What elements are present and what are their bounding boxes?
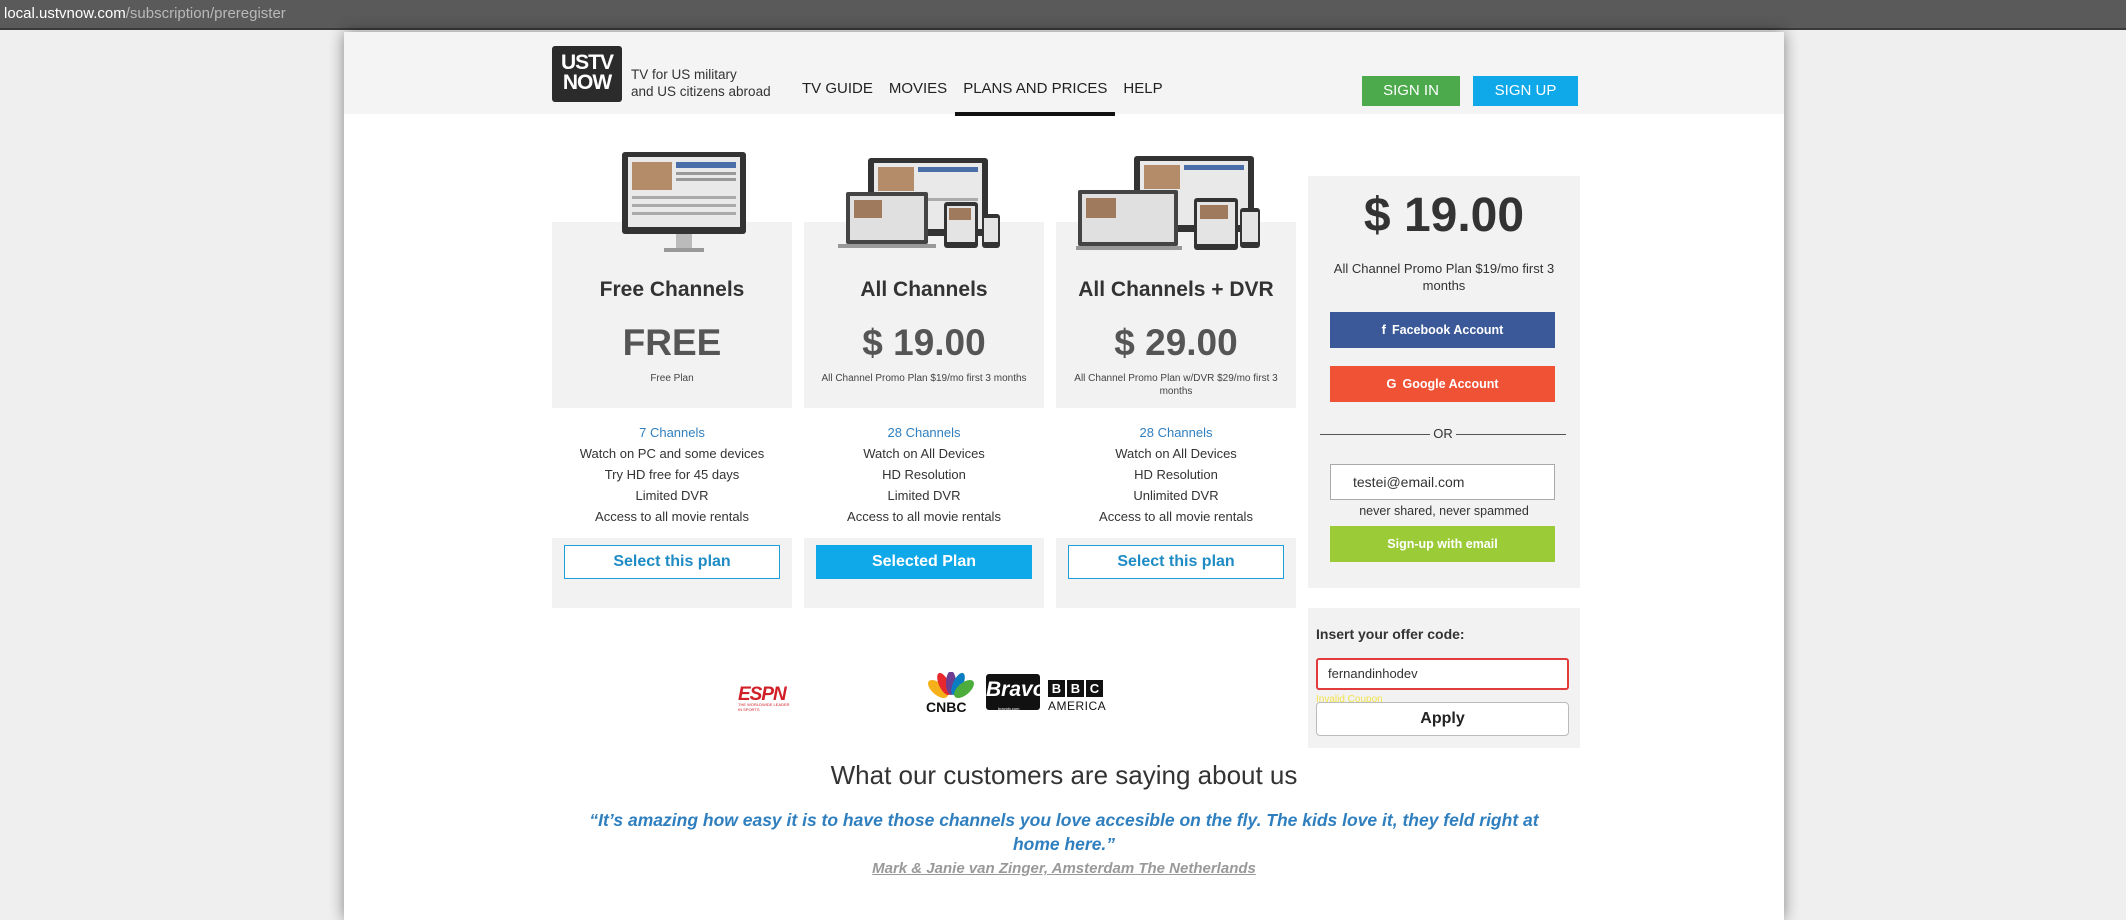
email-signup-button[interactable]: Sign-up with email: [1330, 526, 1555, 562]
selected-plan-button[interactable]: Selected Plan: [816, 545, 1032, 579]
plan-feature: Try HD free for 45 days: [604, 467, 740, 482]
plan-feature: Limited DVR: [887, 488, 961, 503]
offer-code-label: Insert your offer code:: [1316, 626, 1465, 642]
plan-feature: Access to all movie rentals: [1099, 509, 1253, 524]
plan-feature-channels[interactable]: 28 Channels: [1056, 422, 1296, 443]
plan-card-all-channels-dvr: All Channels + DVR $ 29.00 All Channel P…: [1056, 156, 1296, 608]
ustvnow-logo[interactable]: USTV NOW: [552, 46, 622, 102]
plan-price: FREE: [622, 322, 722, 363]
bbc-letter: B: [1067, 680, 1084, 697]
google-icon: G: [1386, 376, 1397, 391]
plan-name: All Channels + DVR: [1078, 278, 1274, 301]
bbc-letter: B: [1048, 680, 1065, 697]
plan-description: All Channel Promo Plan w/DVR $29/mo firs…: [1074, 373, 1278, 397]
google-button-label: Google Account: [1402, 377, 1499, 391]
plan-name: Free Channels: [599, 278, 745, 301]
plan-features: 28 Channels Watch on All Devices HD Reso…: [804, 408, 1044, 538]
privacy-note: never shared, never spammed: [1359, 504, 1529, 518]
plan-feature: Unlimited DVR: [1133, 488, 1219, 503]
nav-plans-and-prices[interactable]: PLANS AND PRICES: [955, 80, 1116, 116]
plan-description: All Channel Promo Plan $19/mo first 3 mo…: [821, 373, 1027, 384]
espn-logo-subtitle: THE WORLDWIDE LEADER IN SPORTS: [738, 702, 790, 712]
cnbc-logo-text: CNBC: [926, 699, 967, 715]
nav-help[interactable]: HELP: [1115, 80, 1170, 116]
signup-panel: $ 19.00 All Channel Promo Plan $19/mo fi…: [1308, 176, 1580, 588]
plan-description: Free Plan: [650, 373, 694, 384]
plan-feature: Watch on All Devices: [1115, 446, 1237, 461]
bbc-america-logo: B B C AMERICA: [1048, 680, 1106, 713]
testimonial-author[interactable]: Mark & Janie van Zinger, Amsterdam The N…: [344, 860, 1784, 877]
testimonial-quote: “It’s amazing how easy it is to have tho…: [589, 810, 1539, 854]
plan-feature: Watch on All Devices: [863, 446, 985, 461]
multi-device-dvr-image: [1076, 156, 1260, 250]
testimonials-heading: What our customers are saying about us: [830, 760, 1298, 790]
url-text[interactable]: local.ustvnow.com/subscription/preregist…: [4, 5, 286, 22]
email-field[interactable]: testei@email.com: [1330, 464, 1555, 500]
select-plan-button[interactable]: Select this plan: [1068, 545, 1284, 579]
offer-code-panel: Insert your offer code: fernandinhodev I…: [1308, 608, 1580, 748]
plan-price: $ 19.00: [862, 322, 986, 363]
facebook-icon: f: [1381, 322, 1386, 337]
plan-feature: Access to all movie rentals: [847, 509, 1001, 524]
selected-plan-description: All Channel Promo Plan $19/mo first 3 mo…: [1333, 261, 1555, 293]
plan-feature-channels[interactable]: 28 Channels: [804, 422, 1044, 443]
nav-movies[interactable]: MOVIES: [881, 80, 955, 116]
browser-url-bar[interactable]: local.ustvnow.com/subscription/preregist…: [0, 0, 2126, 30]
select-plan-button[interactable]: Select this plan: [564, 545, 780, 579]
plan-name: All Channels: [860, 278, 988, 301]
plan-feature-channels[interactable]: 7 Channels: [552, 422, 792, 443]
plan-card-all-channels: All Channels $ 19.00 All Channel Promo P…: [804, 158, 1044, 608]
bravo-logo: Bravo: [986, 674, 1046, 710]
google-signup-button[interactable]: G Google Account: [1330, 366, 1555, 402]
plan-feature: Watch on PC and some devices: [579, 446, 765, 461]
plan-feature: Access to all movie rentals: [595, 509, 749, 524]
or-divider: OR: [1320, 426, 1566, 441]
or-text: OR: [1433, 426, 1453, 441]
apply-button[interactable]: Apply: [1316, 702, 1569, 736]
facebook-signup-button[interactable]: f Facebook Account: [1330, 312, 1555, 348]
bbc-america-text: AMERICA: [1048, 699, 1107, 713]
bbc-letter: C: [1086, 680, 1103, 697]
plan-feature: HD Resolution: [1134, 467, 1218, 482]
site-tagline: TV for US military and US citizens abroad: [631, 67, 771, 99]
desktop-device-image: [622, 152, 746, 252]
offer-code-input[interactable]: fernandinhodev: [1316, 658, 1569, 690]
plan-feature: Limited DVR: [635, 488, 709, 503]
plan-features: 28 Channels Watch on All Devices HD Reso…: [1056, 408, 1296, 538]
selected-price: $ 19.00: [1363, 189, 1525, 242]
bravo-logo-subtitle: bravotv.com: [998, 706, 1020, 711]
sign-up-button[interactable]: SIGN UP: [1473, 76, 1578, 106]
facebook-button-label: Facebook Account: [1391, 323, 1504, 337]
site-header: USTV NOW TV for US military and US citizen…: [344, 32, 1784, 116]
plan-feature: HD Resolution: [882, 467, 966, 482]
main-nav: TV GUIDE MOVIES PLANS AND PRICES HELP: [794, 80, 1171, 116]
sign-in-button[interactable]: SIGN IN: [1362, 76, 1460, 106]
nav-tv-guide[interactable]: TV GUIDE: [794, 80, 881, 116]
page-container: USTV NOW TV for US military and US citizen…: [344, 32, 1784, 920]
multi-device-image: [838, 158, 1000, 248]
plan-features: 7 Channels Watch on PC and some devices …: [552, 408, 792, 538]
plan-price: $ 29.00: [1114, 322, 1238, 363]
plan-card-free: Free Channels FREE Free Plan 7 Channels …: [552, 152, 792, 608]
